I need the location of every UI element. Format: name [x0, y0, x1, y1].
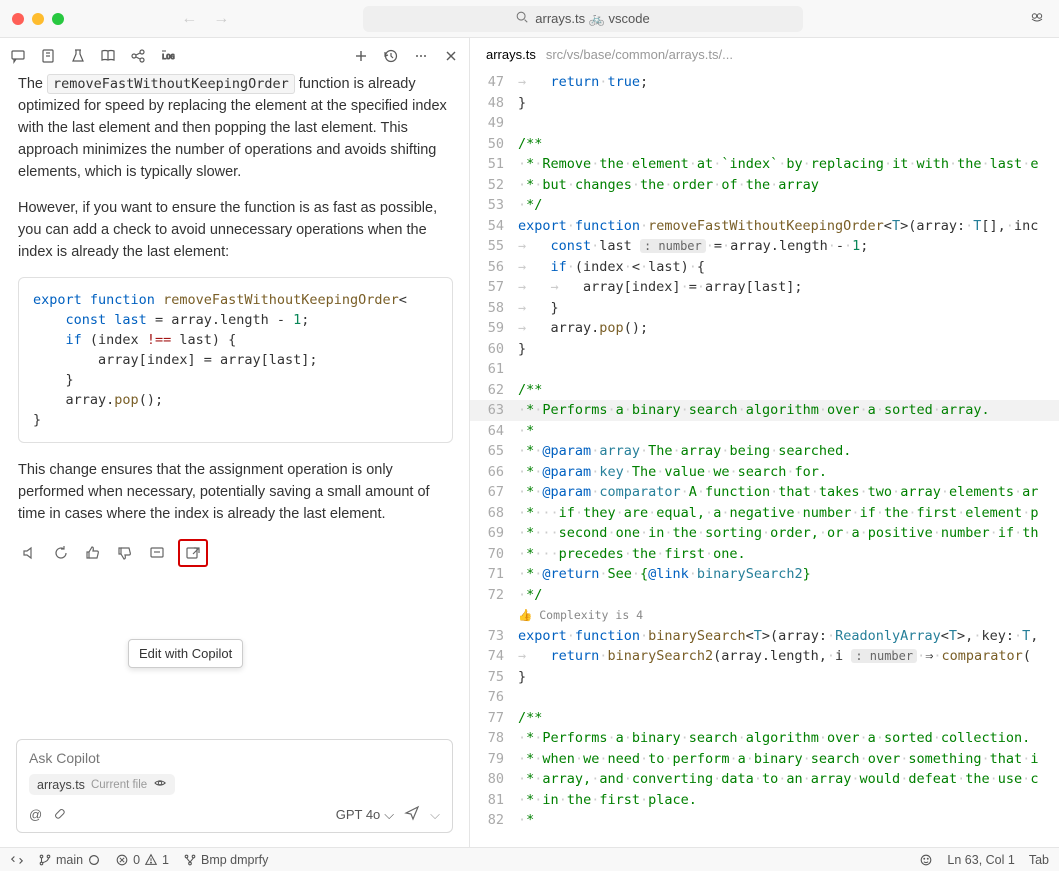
attach-icon[interactable] [52, 806, 66, 823]
code-line[interactable]: 69·*···second·one·in·the·sorting·order,·… [470, 523, 1059, 544]
log-icon[interactable]: LOG [160, 48, 176, 64]
code-line[interactable]: 61 [470, 359, 1059, 380]
send-button[interactable] [404, 805, 420, 824]
thumbs-down-icon[interactable] [114, 542, 136, 564]
code-line[interactable]: 77/** [470, 708, 1059, 729]
chat-toolbar: LOG [0, 38, 469, 73]
code-line[interactable]: 80·*·array,·and·converting·data·to·an·ar… [470, 769, 1059, 790]
ports-indicator[interactable]: Bmp dmprfy [183, 853, 268, 867]
titlebar: ← → arrays.ts 🚲 vscode [0, 0, 1059, 38]
code-line[interactable]: 59→ array.pop(); [470, 318, 1059, 339]
code-line[interactable]: 68·*···if·they·are·equal,·a·negative·num… [470, 503, 1059, 524]
indentation-indicator[interactable]: Tab [1029, 853, 1049, 867]
code-line[interactable]: 76 [470, 687, 1059, 708]
more-icon[interactable] [413, 48, 429, 64]
chat-icon[interactable] [10, 48, 26, 64]
nav-back-button[interactable]: ← [177, 6, 201, 32]
code-line[interactable]: 65·*·@param·array·The·array·being·search… [470, 441, 1059, 462]
code-line[interactable]: 50/** [470, 134, 1059, 155]
chat-paragraph-1: The removeFastWithoutKeepingOrder functi… [18, 73, 453, 183]
branch-indicator[interactable]: main [38, 853, 101, 867]
edit-with-copilot-icon[interactable] [182, 542, 204, 564]
breadcrumb[interactable]: arrays.ts src/vs/base/common/arrays.ts/.… [470, 38, 1059, 72]
chat-messages: The removeFastWithoutKeepingOrder functi… [0, 73, 469, 735]
tab-path: src/vs/base/common/arrays.ts/... [546, 47, 733, 62]
inline-code: removeFastWithoutKeepingOrder [47, 74, 295, 94]
chat-paragraph-2: However, if you want to ensure the funct… [18, 197, 453, 263]
context-chip[interactable]: arrays.ts Current file [29, 774, 175, 795]
maximize-window-button[interactable] [52, 13, 64, 25]
code-line[interactable]: 73export·function·binarySearch<T>(array:… [470, 626, 1059, 647]
problems-indicator[interactable]: 0 1 [115, 853, 169, 867]
chat-input-placeholder: Ask Copilot [29, 750, 440, 766]
copilot-titlebar-icon[interactable] [1029, 9, 1045, 28]
read-aloud-icon[interactable] [18, 542, 40, 564]
code-line[interactable]: 81·*·in·the·first·place. [470, 790, 1059, 811]
code-line[interactable]: 78·*·Performs·a·binary·search·algorithm·… [470, 728, 1059, 749]
window-controls [0, 13, 64, 25]
code-line[interactable]: 52·*·but·changes·the·order·of·the·array [470, 175, 1059, 196]
book-icon[interactable] [100, 48, 116, 64]
status-bar: main 0 1 Bmp dmprfy Ln 63, Col 1 Tab [0, 847, 1059, 871]
code-line[interactable]: 75} [470, 667, 1059, 688]
code-line[interactable]: 51·*·Remove·the·element·at·`index`·by·re… [470, 154, 1059, 175]
close-panel-button[interactable] [443, 48, 459, 64]
chat-input-box[interactable]: Ask Copilot arrays.ts Current file @ GPT… [16, 739, 453, 833]
nav-forward-button[interactable]: → [209, 6, 233, 32]
code-line[interactable]: 72·*/ [470, 585, 1059, 606]
code-editor[interactable]: 47→ return·true;48}4950/**51·*·Remove·th… [470, 72, 1059, 847]
mention-icon[interactable]: @ [29, 807, 42, 822]
code-line[interactable]: 55→ const·last : number·=·array.length·-… [470, 236, 1059, 257]
chevron-down-icon: ⌵ [384, 807, 394, 823]
send-dropdown-icon[interactable]: ⌵ [430, 807, 440, 823]
code-line[interactable]: 53·*/ [470, 195, 1059, 216]
code-line[interactable]: 56→ if·(index·<·last)·{ [470, 257, 1059, 278]
tooltip: Edit with Copilot [128, 639, 243, 668]
command-center[interactable]: arrays.ts 🚲 vscode [363, 6, 803, 32]
code-line[interactable]: 47→ return·true; [470, 72, 1059, 93]
minimize-window-button[interactable] [32, 13, 44, 25]
editor-panel: arrays.ts src/vs/base/common/arrays.ts/.… [470, 38, 1059, 847]
chat-panel: LOG The removeFastWithoutKeepingOrder fu… [0, 38, 470, 847]
code-line[interactable]: 63·*·Performs·a·binary·search·algorithm·… [470, 400, 1059, 421]
share-icon[interactable] [130, 48, 146, 64]
code-suggestion-block: export function removeFastWithoutKeeping… [18, 277, 453, 443]
code-line[interactable]: 48} [470, 93, 1059, 114]
code-line[interactable]: 70·*···precedes·the·first·one. [470, 544, 1059, 565]
code-line[interactable]: 67·*·@param·comparator·A·function·that·t… [470, 482, 1059, 503]
message-actions [18, 539, 453, 567]
code-line[interactable]: 66·*·@param·key·The·value·we·search·for. [470, 462, 1059, 483]
code-line[interactable]: 57→ → array[index]·=·array[last]; [470, 277, 1059, 298]
eye-icon [153, 776, 167, 793]
new-chat-button[interactable] [353, 48, 369, 64]
insert-at-cursor-icon[interactable] [146, 542, 168, 564]
tab-filename: arrays.ts [486, 47, 536, 62]
command-center-text: arrays.ts 🚲 vscode [535, 11, 649, 27]
model-selector[interactable]: GPT 4o ⌵ [336, 807, 394, 823]
code-line[interactable]: 62/** [470, 380, 1059, 401]
search-icon [515, 10, 529, 27]
code-line[interactable]: 60} [470, 339, 1059, 360]
code-line[interactable]: 54export·function·removeFastWithoutKeepi… [470, 216, 1059, 237]
chat-paragraph-3: This change ensures that the assignment … [18, 459, 453, 525]
thumbs-up-icon[interactable] [82, 542, 104, 564]
code-line[interactable]: 74→ return·binarySearch2(array.length,·i… [470, 646, 1059, 667]
notebook-icon[interactable] [40, 48, 56, 64]
history-icon[interactable] [383, 48, 399, 64]
code-line[interactable]: 71·*·@return·See·{@link·binarySearch2} [470, 564, 1059, 585]
code-line[interactable]: 82·* [470, 810, 1059, 831]
close-window-button[interactable] [12, 13, 24, 25]
code-line[interactable]: 64·* [470, 421, 1059, 442]
code-line[interactable]: 49 [470, 113, 1059, 134]
code-line[interactable]: 79·*·when·we·need·to·perform·a·binary·se… [470, 749, 1059, 770]
beaker-icon[interactable] [70, 48, 86, 64]
svg-text:LOG: LOG [162, 53, 175, 61]
code-line[interactable]: 👍 Complexity is 4 [470, 605, 1059, 626]
remote-indicator[interactable] [10, 853, 24, 867]
edit-with-copilot-highlight [178, 539, 208, 567]
code-line[interactable]: 58→ } [470, 298, 1059, 319]
feedback-icon[interactable] [919, 853, 933, 867]
regenerate-icon[interactable] [50, 542, 72, 564]
cursor-position[interactable]: Ln 63, Col 1 [947, 853, 1014, 867]
